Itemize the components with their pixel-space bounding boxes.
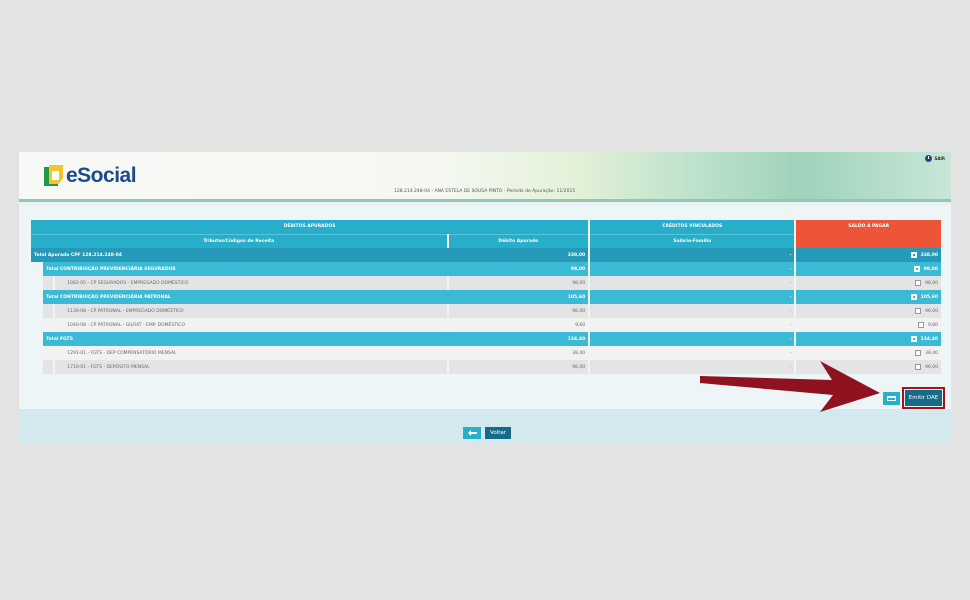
- back-arrow-button[interactable]: [463, 427, 481, 439]
- emitir-dae-button[interactable]: Emitir DAE: [905, 390, 942, 406]
- printer-icon: [887, 396, 896, 401]
- arrow-left-icon: [467, 430, 477, 436]
- voltar-button[interactable]: Voltar: [485, 427, 511, 439]
- action-layer: Emitir DAE Voltar: [19, 152, 951, 444]
- print-button[interactable]: [883, 392, 900, 405]
